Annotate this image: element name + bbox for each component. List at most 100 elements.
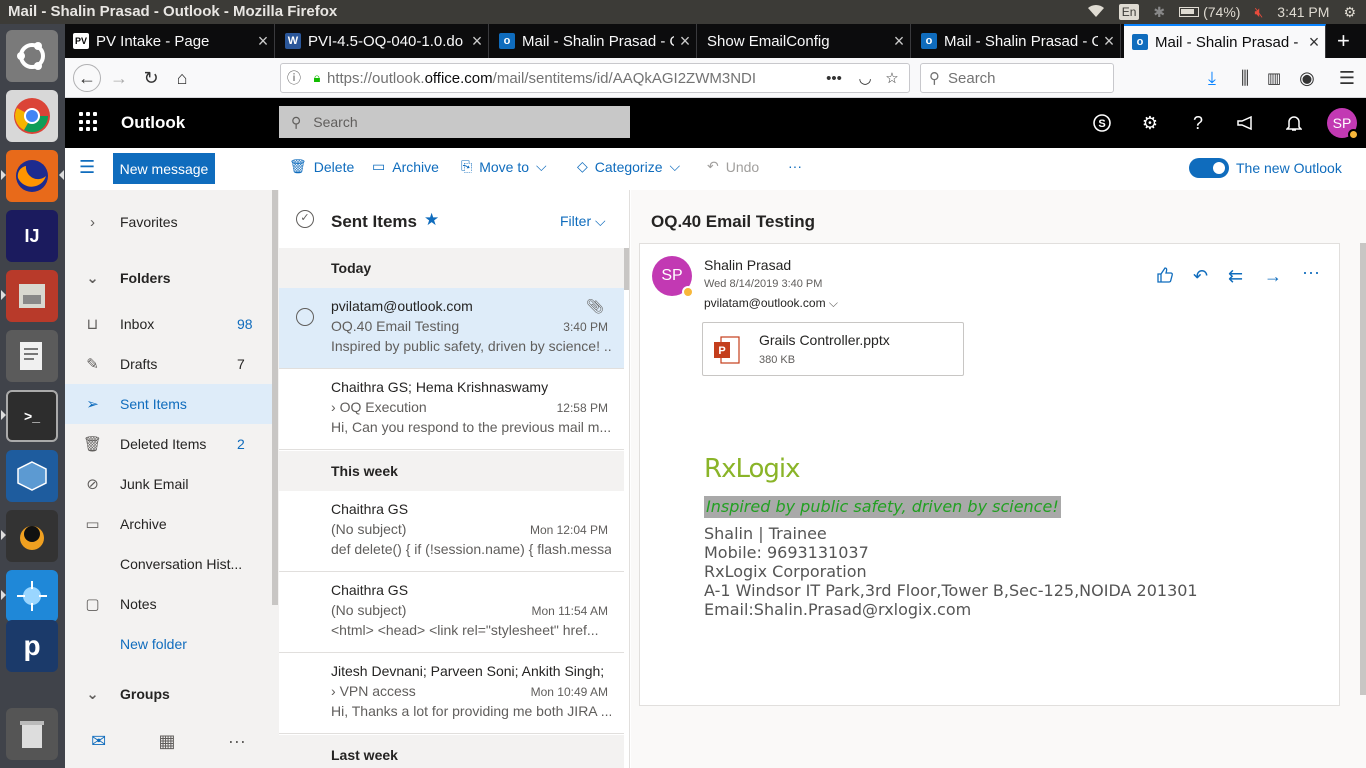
settings-gear-icon[interactable]: ⚙ xyxy=(1137,110,1163,136)
folder-scrollbar[interactable] xyxy=(272,190,278,605)
pandora-p-icon[interactable]: p xyxy=(6,620,58,672)
reading-pane-scrollbar[interactable] xyxy=(1360,243,1366,695)
menu-hamburger-icon[interactable]: ☰ xyxy=(1333,64,1361,92)
like-icon[interactable] xyxy=(1156,266,1174,289)
account-icon[interactable]: ◉ xyxy=(1293,64,1321,92)
recipient-line[interactable]: pvilatam@outlook.com ⌵ xyxy=(704,296,838,311)
folders-section[interactable]: ⌄ Folders xyxy=(65,258,272,298)
chrome-icon[interactable] xyxy=(6,90,58,142)
power-gear-icon[interactable]: ⚙ xyxy=(1343,4,1356,21)
new-message-button[interactable]: New message xyxy=(113,153,215,184)
list-item[interactable]: Jitesh Devnani; Parveen Soni; Ankith Sin… xyxy=(279,653,624,734)
splash-app-icon[interactable] xyxy=(6,570,58,622)
close-tab-icon[interactable]: × xyxy=(252,31,274,52)
skype-icon[interactable]: S xyxy=(1089,110,1115,136)
sender-avatar[interactable]: SP xyxy=(652,256,694,298)
new-tab-button[interactable]: + xyxy=(1331,24,1361,58)
delete-button[interactable]: 🗑︎ Delete xyxy=(289,158,354,175)
reload-icon[interactable]: ↻ xyxy=(137,64,165,92)
help-icon[interactable]: ? xyxy=(1185,110,1211,136)
more-commands-button[interactable]: ··· xyxy=(788,158,802,174)
clock[interactable]: 3:41 PM xyxy=(1277,4,1329,20)
select-radio[interactable] xyxy=(296,308,314,326)
wifi-icon[interactable] xyxy=(1087,4,1105,21)
forward-icon[interactable]: → xyxy=(1264,266,1282,287)
forward-arrow-icon[interactable]: → xyxy=(105,64,133,92)
info-icon[interactable]: ⓘ xyxy=(281,68,307,88)
undo-button[interactable]: ↶ Undo xyxy=(707,158,759,175)
calendar-icon[interactable]: ▦ xyxy=(159,731,176,752)
tab-show-emailconfig[interactable]: Show EmailConfig × xyxy=(699,24,911,58)
pocket-icon[interactable]: ◡ xyxy=(851,69,879,87)
firefox-icon[interactable] xyxy=(6,150,58,202)
bluetooth-icon[interactable]: ✱ xyxy=(1153,4,1165,21)
list-item[interactable]: Chaithra GS; Hema Krishnaswamy › OQ Exec… xyxy=(279,369,624,450)
close-tab-icon[interactable]: × xyxy=(888,31,910,52)
file-cabinet-icon[interactable] xyxy=(6,270,58,322)
text-editor-icon[interactable] xyxy=(6,330,58,382)
reply-icon[interactable]: ↶ xyxy=(1193,266,1208,287)
groups-section[interactable]: ⌄ Groups xyxy=(65,674,272,714)
app-launcher-waffle-icon[interactable] xyxy=(79,112,99,132)
folder-sent-items[interactable]: ➢ Sent Items xyxy=(65,384,272,424)
tab-outlook-mail-2[interactable]: o Mail - Shalin Prasad - O × xyxy=(913,24,1121,58)
library-icon[interactable]: ⫼ xyxy=(1231,64,1259,92)
favorites-section[interactable]: › Favorites xyxy=(65,202,272,242)
select-all-check-icon[interactable]: ✓ xyxy=(296,210,314,228)
browser-search-input[interactable]: ⚲ Search xyxy=(920,63,1114,93)
filter-button[interactable]: Filter ⌵ xyxy=(560,213,606,230)
tab-pvi-doc[interactable]: W PVI-4.5-OQ-040-1.0.do × xyxy=(277,24,489,58)
collapse-nav-hamburger-icon[interactable]: ☰ xyxy=(79,157,95,178)
favorite-star-icon[interactable]: ★ xyxy=(424,210,439,230)
more-actions-icon[interactable]: ··· xyxy=(1302,262,1320,283)
volume-muted-icon[interactable]: 🔇︎ xyxy=(1254,4,1263,21)
trash-bin-icon[interactable] xyxy=(6,708,58,760)
terminal-icon[interactable]: >_ xyxy=(6,390,58,442)
sidebar-icon[interactable]: ▥ xyxy=(1260,64,1288,92)
page-actions-icon[interactable]: ••• xyxy=(817,70,851,87)
folder-drafts[interactable]: ✎ Drafts 7 xyxy=(65,344,272,384)
categorize-button[interactable]: ◇ Categorize ⌵ xyxy=(577,158,680,175)
outlook-brand[interactable]: Outlook xyxy=(121,113,185,133)
folder-junk-email[interactable]: ⊘ Junk Email xyxy=(65,464,272,504)
downloads-icon[interactable]: ⤓ xyxy=(1198,64,1226,92)
tab-pv-intake[interactable]: PV PV Intake - Page × xyxy=(65,24,275,58)
close-tab-icon[interactable]: × xyxy=(466,31,488,52)
list-item[interactable]: Chaithra GS (No subject) Mon 11:54 AM <h… xyxy=(279,572,624,653)
intellij-icon[interactable]: IJ xyxy=(6,210,58,262)
close-tab-icon[interactable]: × xyxy=(1303,32,1325,53)
penguin-64-icon[interactable] xyxy=(6,510,58,562)
folder-deleted-items[interactable]: 🗑︎ Deleted Items 2 xyxy=(65,424,272,464)
move-to-button[interactable]: ⎘ Move to ⌵ xyxy=(461,158,547,175)
folder-inbox[interactable]: ⊔ Inbox 98 xyxy=(65,304,272,344)
ubuntu-dash-icon[interactable] xyxy=(6,30,58,82)
home-icon[interactable]: ⌂ xyxy=(168,64,196,92)
mail-search-input[interactable]: ⚲ Search xyxy=(279,106,630,138)
bookmark-star-icon[interactable]: ☆ xyxy=(879,69,905,87)
virtualbox-icon[interactable] xyxy=(6,450,58,502)
tab-outlook-mail-1[interactable]: o Mail - Shalin Prasad - O × xyxy=(491,24,697,58)
folder-archive[interactable]: ▭ Archive xyxy=(65,504,272,544)
new-outlook-toggle[interactable]: The new Outlook xyxy=(1189,158,1342,178)
tab-outlook-mail-active[interactable]: o Mail - Shalin Prasad - O × xyxy=(1124,24,1326,58)
list-item[interactable]: Chaithra GS (No subject) Mon 12:04 PM de… xyxy=(279,491,624,572)
avatar[interactable]: SP xyxy=(1327,108,1359,140)
url-bar[interactable]: ⓘ 🔒︎ https://outlook.office.com/mail/sen… xyxy=(280,63,910,93)
close-tab-icon[interactable]: × xyxy=(674,31,696,52)
reply-all-icon[interactable]: ⇇ xyxy=(1228,266,1243,287)
sender-name[interactable]: Shalin Prasad xyxy=(704,257,791,273)
new-folder-link[interactable]: New folder xyxy=(65,624,272,664)
close-tab-icon[interactable]: × xyxy=(1098,31,1120,52)
list-item[interactable]: pvilatam@outlook.com 📎︎ OQ.40 Email Test… xyxy=(279,288,624,369)
feedback-megaphone-icon[interactable] xyxy=(1233,110,1259,136)
back-arrow-icon[interactable]: ← xyxy=(73,64,101,92)
archive-button[interactable]: ▭ Archive xyxy=(372,158,439,175)
folder-conversation-history[interactable]: Conversation Hist... xyxy=(65,544,272,584)
attachment-card[interactable]: P Grails Controller.pptx 380 KB xyxy=(702,322,964,376)
battery-indicator[interactable]: (74%) xyxy=(1179,4,1240,20)
keyboard-layout[interactable]: En xyxy=(1118,4,1140,20)
mail-icon[interactable]: ✉ xyxy=(91,731,106,752)
more-apps-icon[interactable]: ··· xyxy=(228,731,246,752)
folder-notes[interactable]: ▢ Notes xyxy=(65,584,272,624)
notifications-bell-icon[interactable] xyxy=(1281,110,1307,136)
